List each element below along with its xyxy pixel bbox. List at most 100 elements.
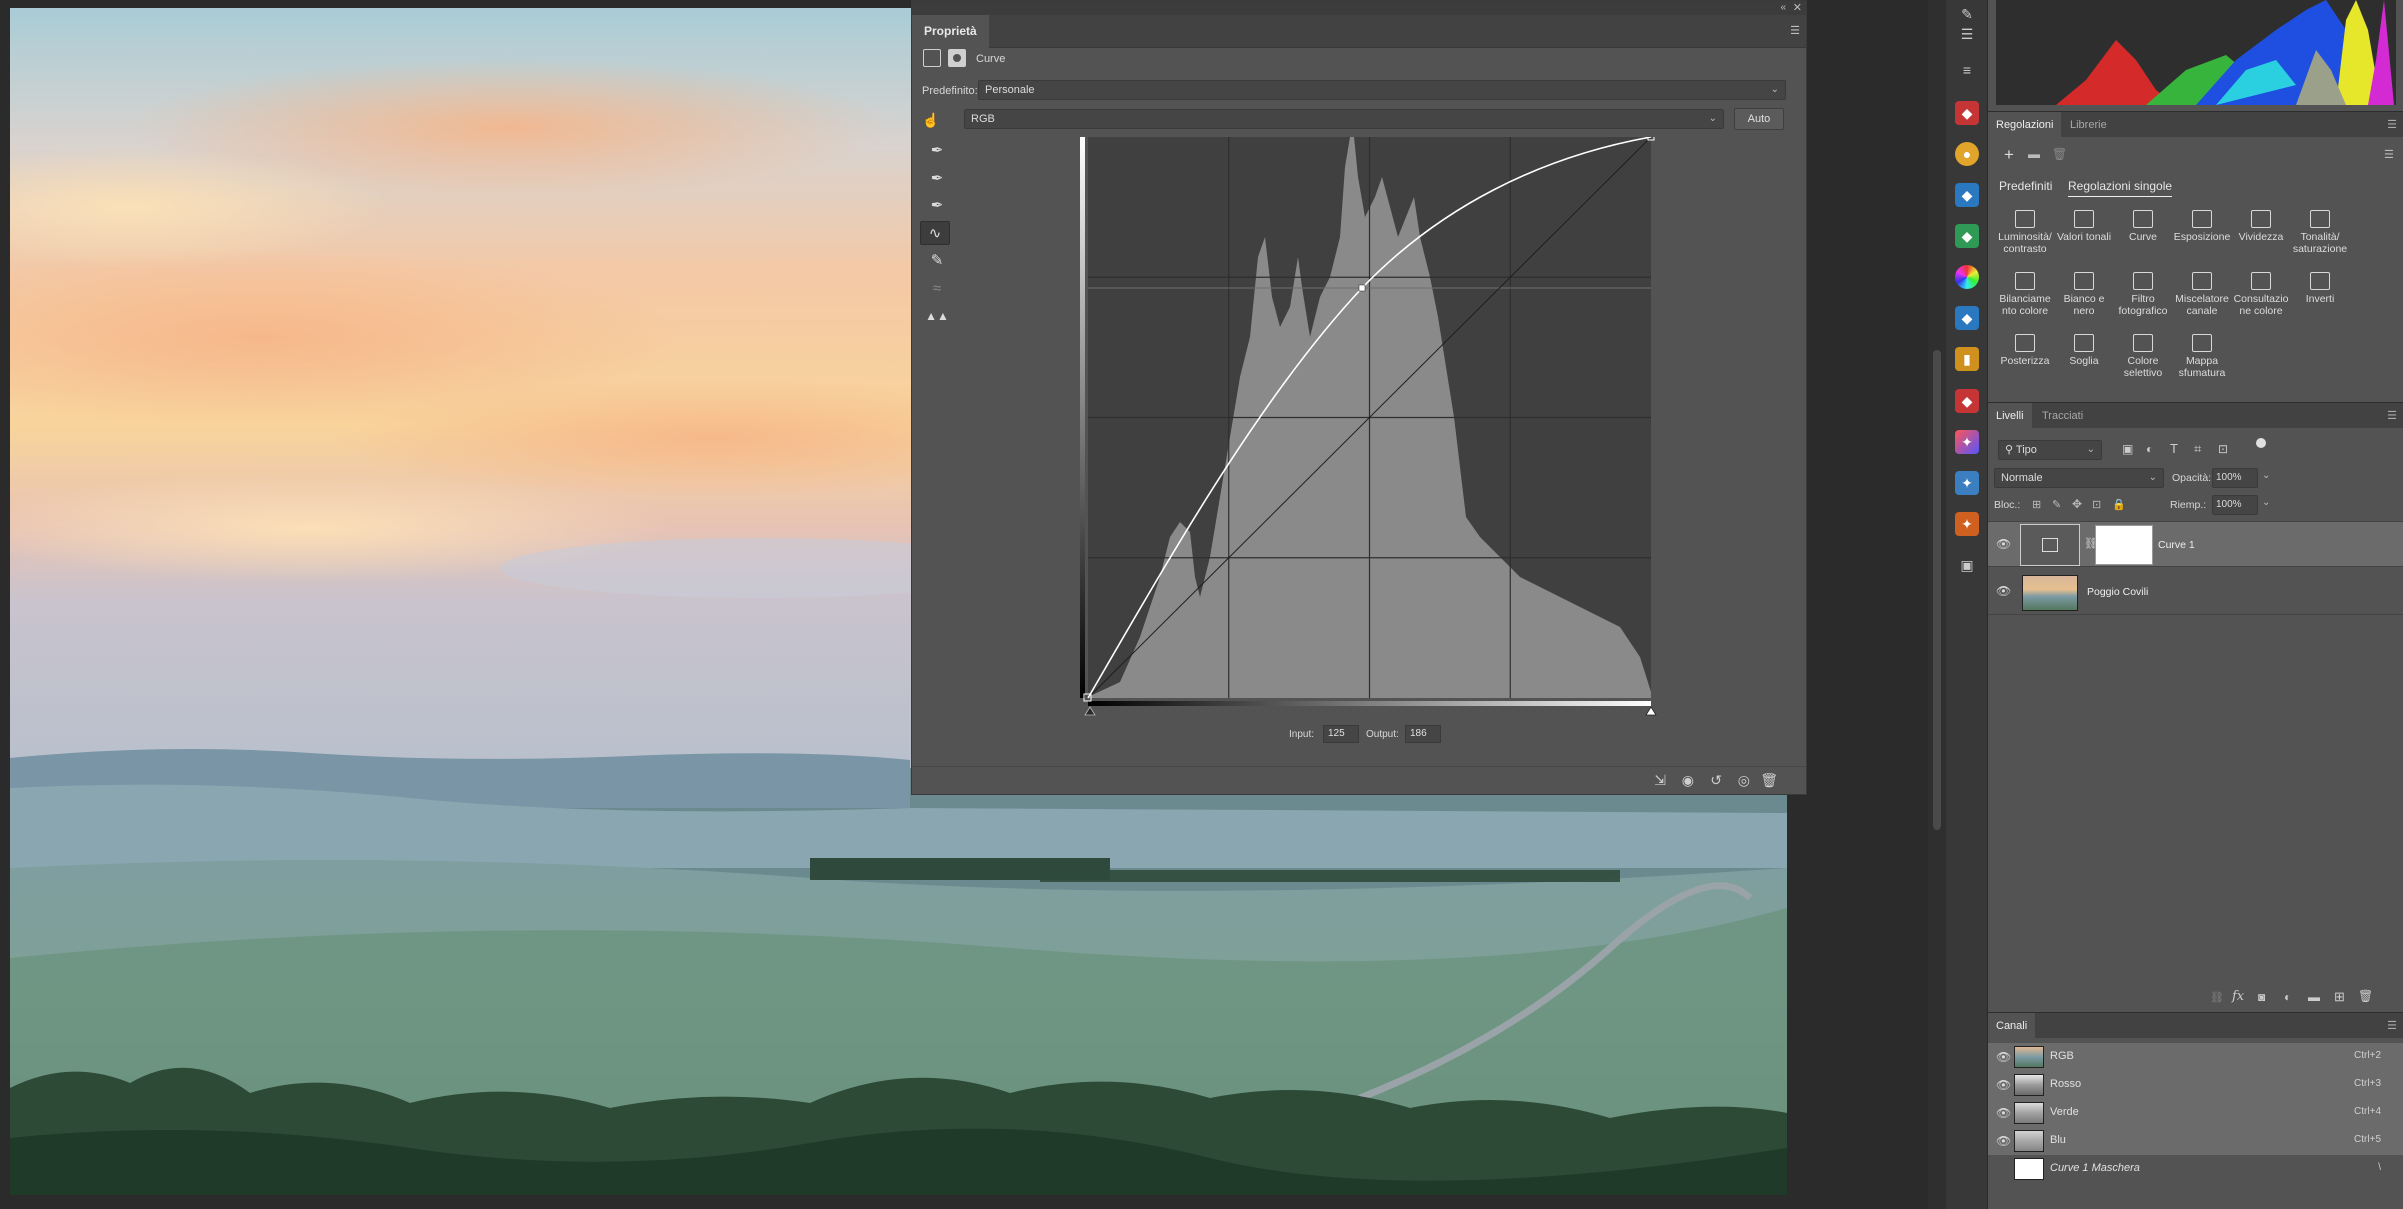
lock-artboard-icon[interactable]: ⊡ bbox=[2092, 498, 2101, 511]
panel-titlebar[interactable]: « ✕ bbox=[912, 1, 1806, 15]
sample-shadows-eyedropper-icon[interactable]: ✒ bbox=[922, 139, 952, 163]
plugin-red2-icon[interactable]: ◆ bbox=[1955, 389, 1979, 413]
plugin-blue-icon[interactable]: ◆ bbox=[1955, 183, 1979, 207]
link-layers-icon[interactable]: ⛓ bbox=[2210, 991, 2224, 1004]
plugin-box-icon[interactable]: ▣ bbox=[1955, 553, 1979, 577]
adjust-properties-icon[interactable]: ≡ bbox=[1955, 58, 1979, 82]
fill-field[interactable]: 100% bbox=[2212, 495, 2258, 515]
panel-menu-icon[interactable]: ☰ bbox=[1790, 24, 1800, 38]
delete-layer-icon[interactable]: 🗑 bbox=[2358, 989, 2373, 1003]
clipping-warning-icon[interactable]: ▲▲ bbox=[922, 304, 952, 328]
list-view-icon[interactable]: ☰ bbox=[2384, 148, 2394, 161]
channel-row-mask[interactable]: Curve 1 Maschera \ bbox=[1988, 1155, 2403, 1183]
opacity-field[interactable]: 100% bbox=[2212, 468, 2258, 488]
tab-presets[interactable]: Predefiniti bbox=[1999, 179, 2052, 193]
adjustment-item[interactable]: Miscelatore canale bbox=[2173, 272, 2231, 317]
delete-icon[interactable]: 🗑 bbox=[1760, 772, 1778, 789]
color-wheel-icon[interactable] bbox=[1955, 265, 1979, 289]
new-layer-icon[interactable]: ⊞ bbox=[2334, 989, 2345, 1005]
fx-icon[interactable]: fx bbox=[2232, 989, 2244, 1004]
lock-transparent-icon[interactable]: ⊞ bbox=[2032, 498, 2041, 511]
mask-thumbnail[interactable] bbox=[2095, 525, 2153, 565]
curve-points-icon[interactable]: ∿ bbox=[920, 221, 950, 245]
lock-position-icon[interactable]: ✥ bbox=[2072, 497, 2082, 511]
eye-icon[interactable]: 👁 bbox=[1996, 1078, 2011, 1092]
plugin-blue2-icon[interactable]: ◆ bbox=[1955, 306, 1979, 330]
adjustment-item[interactable]: Posterizza bbox=[1996, 334, 2054, 367]
adjustment-item[interactable]: Colore selettivo bbox=[2114, 334, 2172, 379]
close-icon[interactable]: ✕ bbox=[1793, 1, 1802, 15]
adjustment-item[interactable]: Filtro fotografico bbox=[2114, 272, 2172, 317]
plugin-yellow-icon[interactable]: ● bbox=[1955, 142, 1979, 166]
toggle-visibility-icon[interactable]: ◎ bbox=[1738, 772, 1750, 789]
eye-icon[interactable]: 👁 bbox=[1996, 1106, 2011, 1120]
tab-single-adjustments[interactable]: Regolazioni singole bbox=[2068, 179, 2173, 197]
filter-toggle-icon[interactable] bbox=[2256, 438, 2266, 448]
reset-icon[interactable]: ↺ bbox=[1710, 772, 1722, 789]
blend-mode-dropdown[interactable]: Normale ⌄ bbox=[1994, 468, 2164, 488]
curves-adjustment-icon[interactable] bbox=[923, 49, 941, 67]
smooth-icon[interactable]: ≈ bbox=[922, 277, 952, 301]
scrollbar-thumb[interactable] bbox=[1933, 350, 1941, 830]
tab-adjustments[interactable]: Regolazioni bbox=[1988, 112, 2062, 138]
tab-libraries[interactable]: Librerie bbox=[2062, 112, 2115, 138]
layer-row-curves[interactable]: 👁 ⛓ Curve 1 bbox=[1988, 521, 2403, 567]
adjustment-item[interactable]: Bianco e nero bbox=[2055, 272, 2113, 317]
tab-properties[interactable]: Proprietà bbox=[912, 15, 989, 48]
collapse-icon[interactable]: « bbox=[1780, 1, 1786, 15]
filter-pixel-icon[interactable]: ▣ bbox=[2122, 442, 2133, 456]
plugin-green-icon[interactable]: ◆ bbox=[1955, 224, 1979, 248]
layer-row-background[interactable]: 👁 Poggio Covili bbox=[1988, 569, 2403, 615]
add-mask-icon[interactable]: ◙ bbox=[2258, 990, 2265, 1004]
adjustment-item[interactable]: Bilanciame nto colore bbox=[1996, 272, 2054, 317]
adjustment-item[interactable]: Soglia bbox=[2055, 334, 2113, 367]
adjustment-item[interactable]: Vividezza bbox=[2232, 210, 2290, 243]
plugin-orange-icon[interactable]: ▮ bbox=[1955, 347, 1979, 371]
output-value-field[interactable]: 186 bbox=[1405, 725, 1441, 743]
clip-to-layer-icon[interactable]: ⇲ bbox=[1654, 772, 1666, 789]
tab-layers[interactable]: Livelli bbox=[1988, 403, 2032, 429]
mask-icon[interactable] bbox=[948, 49, 966, 67]
channel-row-red[interactable]: 👁 Rosso Ctrl+3 bbox=[1988, 1071, 2403, 1099]
auto-button[interactable]: Auto bbox=[1734, 108, 1784, 130]
adjustment-item[interactable]: Valori tonali bbox=[2055, 210, 2113, 243]
filter-shape-icon[interactable]: ⌗ bbox=[2194, 441, 2201, 457]
plugin-red-icon[interactable]: ◆ bbox=[1955, 101, 1979, 125]
channel-row-green[interactable]: 👁 Verde Ctrl+4 bbox=[1988, 1099, 2403, 1127]
plugin-bird-icon[interactable]: ✦ bbox=[1955, 471, 1979, 495]
eye-icon[interactable]: 👁 bbox=[1996, 1050, 2011, 1064]
plugin-gradient-icon[interactable]: ✦ bbox=[1955, 430, 1979, 454]
tab-channels[interactable]: Canali bbox=[1988, 1013, 2036, 1039]
filter-smart-object-icon[interactable]: ⊡ bbox=[2218, 442, 2228, 456]
sample-midtones-eyedropper-icon[interactable]: ✒ bbox=[922, 167, 952, 191]
delete-icon[interactable]: 🗑 bbox=[2052, 147, 2067, 161]
channel-dropdown[interactable]: RGB ⌄ bbox=[964, 109, 1724, 129]
lock-image-icon[interactable]: ✎ bbox=[2052, 498, 2061, 511]
eye-icon[interactable]: 👁 bbox=[1996, 584, 2011, 598]
panel-menu-icon[interactable]: ☰ bbox=[2387, 118, 2397, 131]
layer-filter-dropdown[interactable]: ⚲ Tipo ⌄ bbox=[1998, 440, 2102, 460]
new-group-icon[interactable]: ▬ bbox=[2308, 990, 2320, 1004]
on-image-adjust-icon[interactable]: ☝ bbox=[922, 113, 939, 127]
pencil-icon[interactable]: ✎ bbox=[922, 249, 952, 273]
new-adjustment-layer-icon[interactable]: ◐ bbox=[2284, 990, 2291, 1004]
adjustment-item[interactable]: Curve bbox=[2114, 210, 2172, 243]
curves-graph[interactable] bbox=[1080, 133, 1673, 725]
chevron-down-icon[interactable]: ⌄ bbox=[2262, 497, 2270, 508]
adjustment-item[interactable]: Esposizione bbox=[2173, 210, 2231, 243]
canvas-scrollbar[interactable] bbox=[1928, 0, 1946, 1209]
tab-paths[interactable]: Tracciati bbox=[2034, 403, 2091, 429]
adjustment-item[interactable]: Inverti bbox=[2291, 272, 2349, 305]
folder-icon[interactable]: ▬ bbox=[2028, 147, 2040, 161]
filter-type-icon[interactable]: T bbox=[2170, 441, 2178, 456]
adjustment-item[interactable]: Mappa sfumatura bbox=[2173, 334, 2231, 379]
adjustment-item[interactable]: Tonalità/saturazione bbox=[2291, 210, 2349, 255]
chevron-down-icon[interactable]: ⌄ bbox=[2262, 470, 2270, 481]
adjustment-item[interactable]: Luminosità/contrasto bbox=[1996, 210, 2054, 255]
channel-row-rgb[interactable]: 👁 RGB Ctrl+2 bbox=[1988, 1043, 2403, 1071]
input-value-field[interactable]: 125 bbox=[1323, 725, 1359, 743]
sliders-icon[interactable]: ☰ bbox=[1955, 22, 1979, 46]
preset-dropdown[interactable]: Personale ⌄ bbox=[978, 80, 1786, 100]
lock-all-icon[interactable]: 🔒 bbox=[2112, 498, 2126, 511]
panel-menu-icon[interactable]: ☰ bbox=[2387, 409, 2397, 422]
